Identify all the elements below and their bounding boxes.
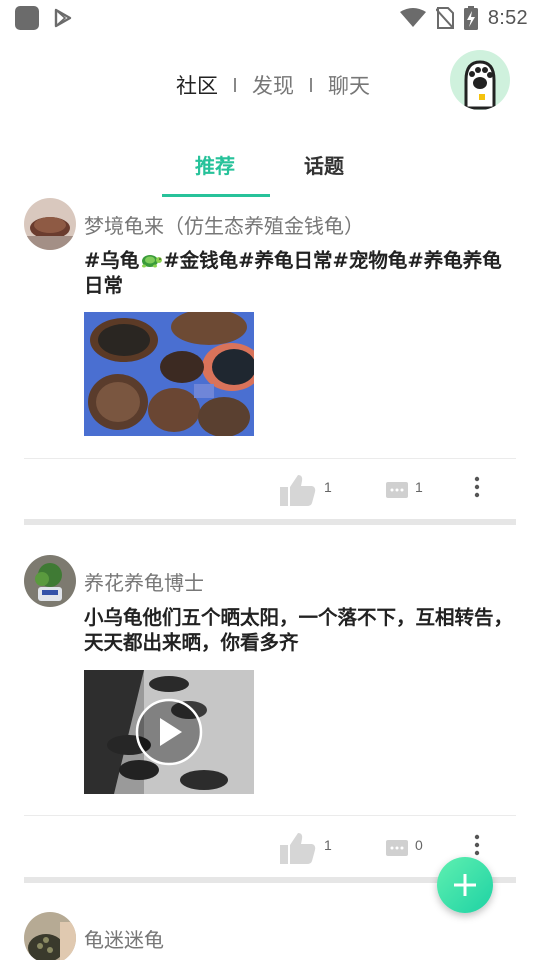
post-actions: 1 0 (24, 828, 516, 868)
create-post-button[interactable] (437, 857, 493, 913)
comment-count: 0 (415, 837, 423, 853)
tab-discover[interactable]: 发现 (252, 70, 294, 100)
thumbs-up-icon[interactable] (280, 832, 316, 864)
comment-icon[interactable] (386, 482, 408, 498)
battery-charging-icon (463, 6, 478, 30)
comment-icon[interactable] (386, 840, 408, 856)
status-bar: 8:52 (0, 0, 540, 36)
author-name[interactable]: 梦境龟来（仿生态养殖金钱龟） (84, 210, 364, 239)
hashtag[interactable]: #乌龟 (84, 249, 139, 272)
post-card[interactable]: 龟迷迷龟 (24, 912, 516, 960)
clock: 8:52 (487, 6, 528, 29)
author-avatar[interactable] (24, 555, 76, 607)
author-name[interactable]: 养花养龟博士 (84, 567, 204, 596)
post-image[interactable] (84, 312, 254, 436)
author-name[interactable]: 龟迷迷龟 (84, 924, 164, 953)
divider (24, 815, 516, 816)
post-text[interactable]: #乌龟 #金钱龟#养龟日常#宠物龟#养龟养龟日常 (84, 248, 516, 298)
post-video[interactable] (84, 670, 254, 794)
tab-separator (310, 78, 312, 92)
tab-separator (234, 78, 236, 92)
wifi-icon (399, 8, 426, 27)
post-text[interactable]: 小乌龟他们五个晒太阳，一个落不下，互相转告，天天都出来晒，你看多齐 (84, 605, 516, 655)
post-card[interactable]: 养花养龟博士 小乌龟他们五个晒太阳，一个落不下，互相转告，天天都出来晒，你看多齐… (24, 555, 516, 875)
tab-chat[interactable]: 聊天 (328, 70, 370, 100)
post-separator (24, 519, 516, 525)
more-options-icon[interactable] (472, 834, 482, 858)
post-card[interactable]: 梦境龟来（仿生态养殖金钱龟） #乌龟 #金钱龟#养龟日常#宠物龟#养龟养龟日常 1 (24, 198, 516, 508)
thumbs-up-icon[interactable] (280, 474, 316, 506)
play-store-icon (54, 8, 72, 28)
sub-tabs: 推荐 话题 (0, 138, 540, 198)
author-avatar[interactable] (24, 198, 76, 250)
tab-recommended[interactable]: 推荐 (195, 150, 235, 179)
paw-ghost-icon (464, 60, 496, 110)
like-count: 1 (324, 837, 332, 853)
like-count: 1 (324, 479, 332, 495)
app-notification-icon (15, 6, 39, 30)
more-options-icon[interactable] (472, 476, 482, 500)
plus-icon (454, 874, 476, 896)
active-tab-indicator (162, 194, 270, 197)
user-avatar[interactable] (450, 50, 510, 110)
no-sim-icon (435, 7, 454, 29)
post-actions: 1 1 (24, 470, 516, 510)
author-avatar[interactable] (24, 912, 76, 960)
divider (24, 458, 516, 459)
tab-community[interactable]: 社区 (176, 70, 218, 100)
comment-count: 1 (415, 479, 423, 495)
tab-topics[interactable]: 话题 (304, 150, 344, 179)
turtle-emoji-icon (142, 255, 163, 268)
